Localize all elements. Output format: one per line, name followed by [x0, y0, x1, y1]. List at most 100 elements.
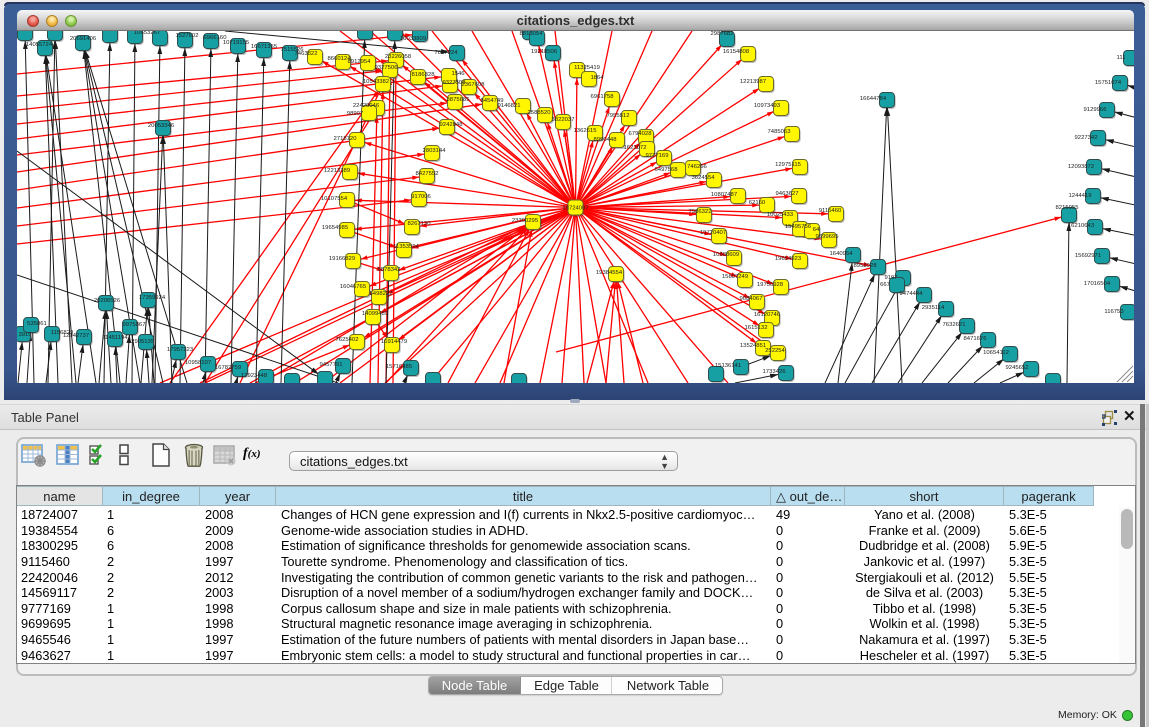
svg-text:9474444: 9474444: [900, 291, 924, 297]
svg-text:17016504: 17016504: [1084, 281, 1111, 287]
svg-text:12213389: 12213389: [324, 168, 350, 174]
svg-text:10807487: 10807487: [711, 192, 737, 198]
svg-text:12213987: 12213987: [740, 79, 766, 85]
svg-text:2935114: 2935114: [922, 305, 945, 311]
svg-text:535061: 535061: [27, 321, 47, 327]
svg-text:9227342: 9227342: [1075, 135, 1098, 141]
svg-text:1362615: 1362615: [574, 128, 598, 134]
svg-text:15751074: 15751074: [1095, 80, 1122, 86]
svg-text:1733426: 1733426: [763, 369, 787, 375]
svg-text:13524851: 13524851: [740, 343, 766, 349]
svg-text:9115460: 9115460: [819, 208, 842, 214]
svg-text:3875685: 3875685: [447, 97, 471, 103]
svg-text:746266: 746266: [687, 164, 707, 170]
svg-text:5822037: 5822037: [552, 117, 575, 123]
svg-text:10025433: 10025433: [767, 212, 794, 218]
svg-text:15720407: 15720407: [700, 230, 726, 236]
svg-text:9197: 9197: [884, 275, 897, 281]
svg-text:7485063: 7485063: [768, 129, 792, 135]
svg-text:917006: 917006: [411, 194, 431, 200]
svg-text:98907: 98907: [347, 111, 363, 117]
svg-text:62160: 62160: [749, 200, 766, 206]
svg-text:12975115: 12975115: [775, 162, 801, 168]
svg-text:12093872: 12093872: [1068, 164, 1094, 170]
svg-text:19654985: 19654985: [322, 225, 349, 231]
svg-text:9129966: 9129966: [1084, 107, 1108, 113]
svg-text:12942737: 12942737: [63, 333, 89, 339]
svg-text:11353594: 11353594: [393, 244, 419, 250]
svg-text:14099489: 14099489: [362, 311, 388, 317]
svg-text:9975867: 9975867: [123, 322, 146, 328]
svg-text:5498222: 5498222: [370, 291, 393, 297]
svg-text:9777169: 9777169: [646, 153, 669, 159]
svg-text:23300295: 23300295: [512, 218, 539, 224]
svg-text:7463822: 7463822: [295, 51, 318, 57]
svg-text:6961758: 6961758: [591, 94, 615, 100]
svg-text:16671355: 16671355: [251, 44, 278, 50]
svg-text:19218506: 19218506: [531, 49, 558, 55]
svg-text:1615132: 1615132: [745, 325, 768, 331]
svg-text:14055724: 14055724: [26, 42, 53, 48]
svg-text:1640954: 1640954: [830, 251, 854, 257]
svg-text:2987682: 2987682: [711, 31, 734, 37]
svg-text:12923448: 12923448: [241, 373, 268, 379]
svg-text:22420046: 22420046: [353, 103, 380, 109]
svg-text:1864: 1864: [590, 75, 604, 81]
svg-text:8215955: 8215955: [1056, 205, 1080, 211]
svg-text:20206526: 20206526: [94, 298, 121, 304]
svg-text:7625402: 7625402: [336, 337, 359, 343]
svg-text:8990448: 8990448: [594, 137, 618, 143]
svg-text:8267130: 8267130: [408, 221, 432, 227]
svg-text:1546: 1546: [451, 71, 465, 77]
svg-text:15495756: 15495756: [785, 224, 812, 230]
svg-text:16782759: 16782759: [215, 365, 241, 371]
svg-text:8912954: 8912954: [348, 59, 372, 65]
svg-text:9084067: 9084067: [740, 296, 763, 302]
svg-text:19384554: 19384554: [596, 270, 623, 276]
svg-text:16033809: 16033809: [400, 36, 426, 42]
svg-text:15136141: 15136141: [715, 363, 741, 369]
svg-text:9463627: 9463627: [776, 191, 799, 197]
svg-text:16914479: 16914479: [381, 339, 407, 345]
svg-text:6794028: 6794028: [629, 131, 653, 137]
svg-text:16046765: 16046765: [340, 284, 367, 290]
svg-text:16210643: 16210643: [1068, 223, 1095, 229]
svg-text:15716485: 15716485: [386, 364, 413, 370]
svg-text:8454749: 8454749: [481, 98, 504, 104]
svg-text:10973493: 10973493: [754, 103, 781, 109]
svg-text:20691406: 20691406: [70, 36, 97, 42]
svg-text:15692971: 15692971: [1075, 253, 1101, 259]
svg-text:10107554: 10107554: [321, 196, 348, 202]
svg-text:8958928: 8958928: [854, 263, 878, 269]
svg-text:9457791: 9457791: [320, 362, 343, 368]
svg-text:10654112: 10654112: [983, 350, 1009, 356]
svg-text:19166829: 19166829: [329, 256, 355, 262]
svg-text:10719155: 10719155: [223, 40, 250, 46]
svg-text:10958107: 10958107: [185, 360, 211, 366]
svg-text:8186328: 8186328: [412, 72, 436, 78]
svg-text:1244419: 1244419: [1069, 193, 1092, 199]
svg-text:8427552: 8427552: [416, 171, 439, 177]
svg-text:8660124: 8660124: [328, 56, 352, 62]
svg-text:20053346: 20053346: [148, 123, 175, 129]
svg-text:2718120: 2718120: [334, 136, 358, 142]
svg-text:667: 667: [880, 282, 890, 288]
svg-text:16120746: 16120746: [754, 312, 781, 318]
svg-text:6497568: 6497568: [655, 167, 679, 173]
svg-text:11451194: 11451194: [102, 335, 128, 341]
svg-text:7986322: 7986322: [689, 209, 712, 215]
svg-text:2803144: 2803144: [423, 148, 447, 154]
svg-text:7632621: 7632621: [943, 322, 966, 328]
svg-text:9327508: 9327508: [443, 80, 467, 86]
svg-text:8878342: 8878342: [378, 267, 401, 273]
svg-text:8471676: 8471676: [964, 336, 988, 342]
svg-text:19756928: 19756928: [757, 282, 784, 288]
svg-text:2588520: 2588520: [528, 110, 552, 116]
svg-text:16644784: 16644784: [860, 96, 887, 102]
svg-text:1621072: 1621072: [624, 145, 647, 151]
svg-text:11325419: 11325419: [574, 65, 600, 71]
svg-text:64: 64: [813, 227, 820, 233]
svg-text:7955812: 7955812: [607, 113, 630, 119]
svg-text:8813054: 8813054: [520, 31, 544, 37]
svg-text:17957223: 17957223: [167, 347, 194, 353]
